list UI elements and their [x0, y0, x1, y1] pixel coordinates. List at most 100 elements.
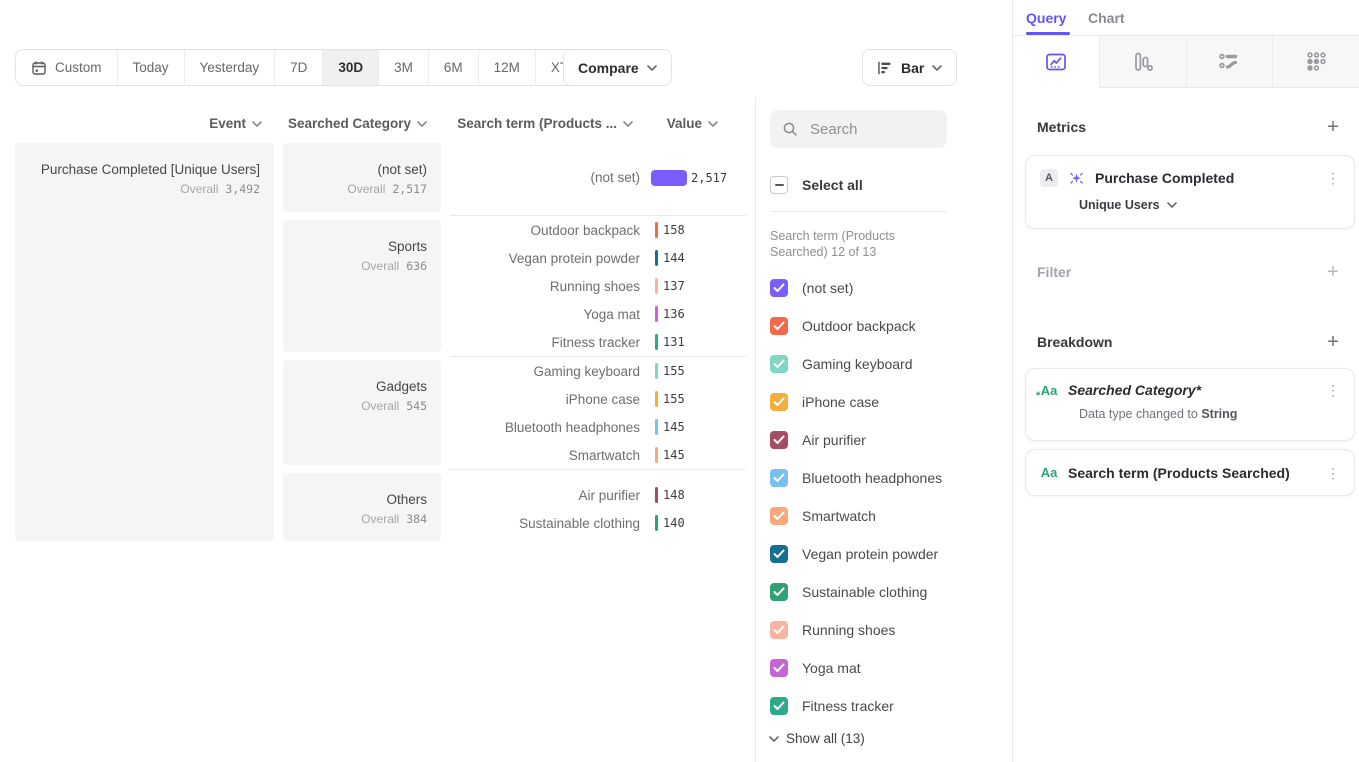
- check-icon: [773, 625, 785, 635]
- value-bar: [655, 363, 658, 379]
- column-header-value[interactable]: Value: [652, 116, 718, 131]
- value-bar: [651, 170, 687, 186]
- date-range-7d[interactable]: 7D: [275, 50, 323, 85]
- table-row[interactable]: Outdoor backpack 158: [450, 216, 746, 244]
- filter-item-sustainable-clothing[interactable]: Sustainable clothing: [770, 573, 927, 611]
- add-filter-button[interactable]: +: [1323, 262, 1343, 282]
- date-range-today[interactable]: Today: [118, 50, 185, 85]
- checkbox-checked[interactable]: [770, 431, 788, 449]
- metric-card[interactable]: A Purchase Completed ⋮ Unique Users: [1025, 155, 1355, 229]
- filter-item-vegan-protein-powder[interactable]: Vegan protein powder: [770, 535, 938, 573]
- value-bar: [655, 487, 658, 503]
- column-header-event[interactable]: Event: [15, 116, 262, 131]
- insights-chart-icon: [1044, 50, 1068, 74]
- date-range-custom[interactable]: Custom: [16, 50, 118, 85]
- table-row[interactable]: Gaming keyboard 155: [450, 357, 746, 385]
- rowgroup-sports: Outdoor backpack 158 Vegan protein powde…: [450, 215, 746, 356]
- check-icon: [773, 511, 785, 521]
- value-bar: [655, 419, 658, 435]
- tab-query[interactable]: Query: [1026, 10, 1066, 26]
- chart-type-button[interactable]: Bar: [862, 49, 957, 86]
- check-icon: [773, 549, 785, 559]
- date-range-3m[interactable]: 3M: [379, 50, 429, 85]
- date-range-12m[interactable]: 12M: [479, 50, 536, 85]
- check-icon: [773, 473, 785, 483]
- filter-item-running-shoes[interactable]: Running shoes: [770, 611, 895, 649]
- category-cell-gadgets[interactable]: Gadgets Overall545: [283, 360, 441, 465]
- check-icon: [773, 587, 785, 597]
- checkbox-checked[interactable]: [770, 621, 788, 639]
- table-row[interactable]: Fitness tracker 131: [450, 328, 746, 356]
- table-row[interactable]: Vegan protein powder 144: [450, 244, 746, 272]
- breakdown-property-name: Search term (Products Searched): [1068, 465, 1290, 481]
- checkbox-checked[interactable]: [770, 317, 788, 335]
- checkbox-checked[interactable]: [770, 393, 788, 411]
- checkbox-checked[interactable]: [770, 545, 788, 563]
- category-cell-others[interactable]: Others Overall384: [283, 473, 441, 541]
- add-breakdown-button[interactable]: +: [1323, 332, 1343, 352]
- divider-filterpanel-querypanel: [1012, 0, 1013, 762]
- metric-menu-button[interactable]: ⋮: [1326, 171, 1340, 185]
- select-all-checkbox[interactable]: [770, 176, 788, 194]
- category-cell-sports[interactable]: Sports Overall636: [283, 220, 441, 352]
- show-all-button[interactable]: Show all (13): [769, 731, 865, 746]
- table-row[interactable]: Air purifier 148: [450, 481, 746, 509]
- table-row[interactable]: Smartwatch 145: [450, 441, 746, 469]
- checkbox-checked[interactable]: [770, 583, 788, 601]
- add-metric-button[interactable]: +: [1323, 117, 1343, 137]
- filter-item-outdoor-backpack[interactable]: Outdoor backpack: [770, 307, 916, 345]
- checkbox-checked[interactable]: [770, 659, 788, 677]
- column-header-searched-category[interactable]: Searched Category: [283, 116, 427, 131]
- filter-item-fitness-tracker[interactable]: Fitness tracker: [770, 687, 894, 725]
- chevron-down-icon: [769, 736, 779, 742]
- table-row[interactable]: iPhone case 155: [450, 385, 746, 413]
- date-range-6m[interactable]: 6M: [429, 50, 479, 85]
- chevron-down-icon: [623, 121, 633, 127]
- value-bar: [655, 334, 658, 350]
- date-range-yesterday[interactable]: Yesterday: [185, 50, 276, 85]
- select-all-row[interactable]: Select all: [770, 176, 863, 194]
- checkbox-checked[interactable]: [770, 469, 788, 487]
- checkbox-checked[interactable]: [770, 355, 788, 373]
- breakdown-menu-button[interactable]: ⋮: [1326, 383, 1340, 397]
- rowgroup-not-set: (not set) 2,517: [450, 143, 746, 212]
- table-row[interactable]: (not set) 2,517: [450, 143, 746, 212]
- metric-measure-dropdown[interactable]: Unique Users: [1079, 198, 1340, 212]
- filter-item-bluetooth-headphones[interactable]: Bluetooth headphones: [770, 459, 942, 497]
- breakdown-card-searched-category[interactable]: Aa* Searched Category* ⋮ Data type chang…: [1025, 368, 1355, 441]
- filter-item-iphone-case[interactable]: iPhone case: [770, 383, 879, 421]
- filter-item-yoga-mat[interactable]: Yoga mat: [770, 649, 861, 687]
- checkbox-checked[interactable]: [770, 279, 788, 297]
- filter-item-smartwatch[interactable]: Smartwatch: [770, 497, 876, 535]
- category-cell-not-set[interactable]: (not set) Overall2,517: [283, 143, 441, 212]
- checkbox-checked[interactable]: [770, 507, 788, 525]
- tab-retention[interactable]: [1272, 36, 1359, 88]
- column-header-search-term[interactable]: Search term (Products ...: [450, 116, 633, 131]
- table-row[interactable]: Yoga mat 136: [450, 300, 746, 328]
- filter-section-title: Filter: [1037, 264, 1071, 280]
- breakdown-card-search-term[interactable]: Aa Search term (Products Searched) ⋮: [1025, 449, 1355, 496]
- check-icon: [773, 663, 785, 673]
- table-row[interactable]: Sustainable clothing 140: [450, 509, 746, 537]
- chevron-down-icon: [932, 65, 942, 71]
- filter-item-not-set[interactable]: (not set): [770, 269, 853, 307]
- table-row[interactable]: Running shoes 137: [450, 272, 746, 300]
- filter-item-air-purifier[interactable]: Air purifier: [770, 421, 866, 459]
- metrics-section-title: Metrics: [1037, 119, 1086, 135]
- search-input[interactable]: [808, 120, 928, 139]
- tab-funnels[interactable]: [1099, 36, 1186, 88]
- tab-chart[interactable]: Chart: [1088, 10, 1125, 26]
- filter-item-gaming-keyboard[interactable]: Gaming keyboard: [770, 345, 913, 383]
- flows-icon: [1217, 50, 1241, 74]
- chevron-down-icon: [647, 65, 657, 71]
- date-range-30d-active[interactable]: 30D: [323, 50, 379, 85]
- compare-button[interactable]: Compare: [563, 49, 672, 86]
- tab-insights-active[interactable]: [1013, 36, 1099, 88]
- breakdown-menu-button[interactable]: ⋮: [1326, 466, 1340, 480]
- table-row[interactable]: Bluetooth headphones 145: [450, 413, 746, 441]
- event-cell[interactable]: Purchase Completed [Unique Users] Overal…: [15, 143, 274, 541]
- rowgroup-others: Air purifier 148 Sustainable clothing 14…: [450, 469, 746, 537]
- tab-flows[interactable]: [1186, 36, 1273, 88]
- checkbox-checked[interactable]: [770, 697, 788, 715]
- event-label: Purchase Completed [Unique Users]: [15, 162, 260, 177]
